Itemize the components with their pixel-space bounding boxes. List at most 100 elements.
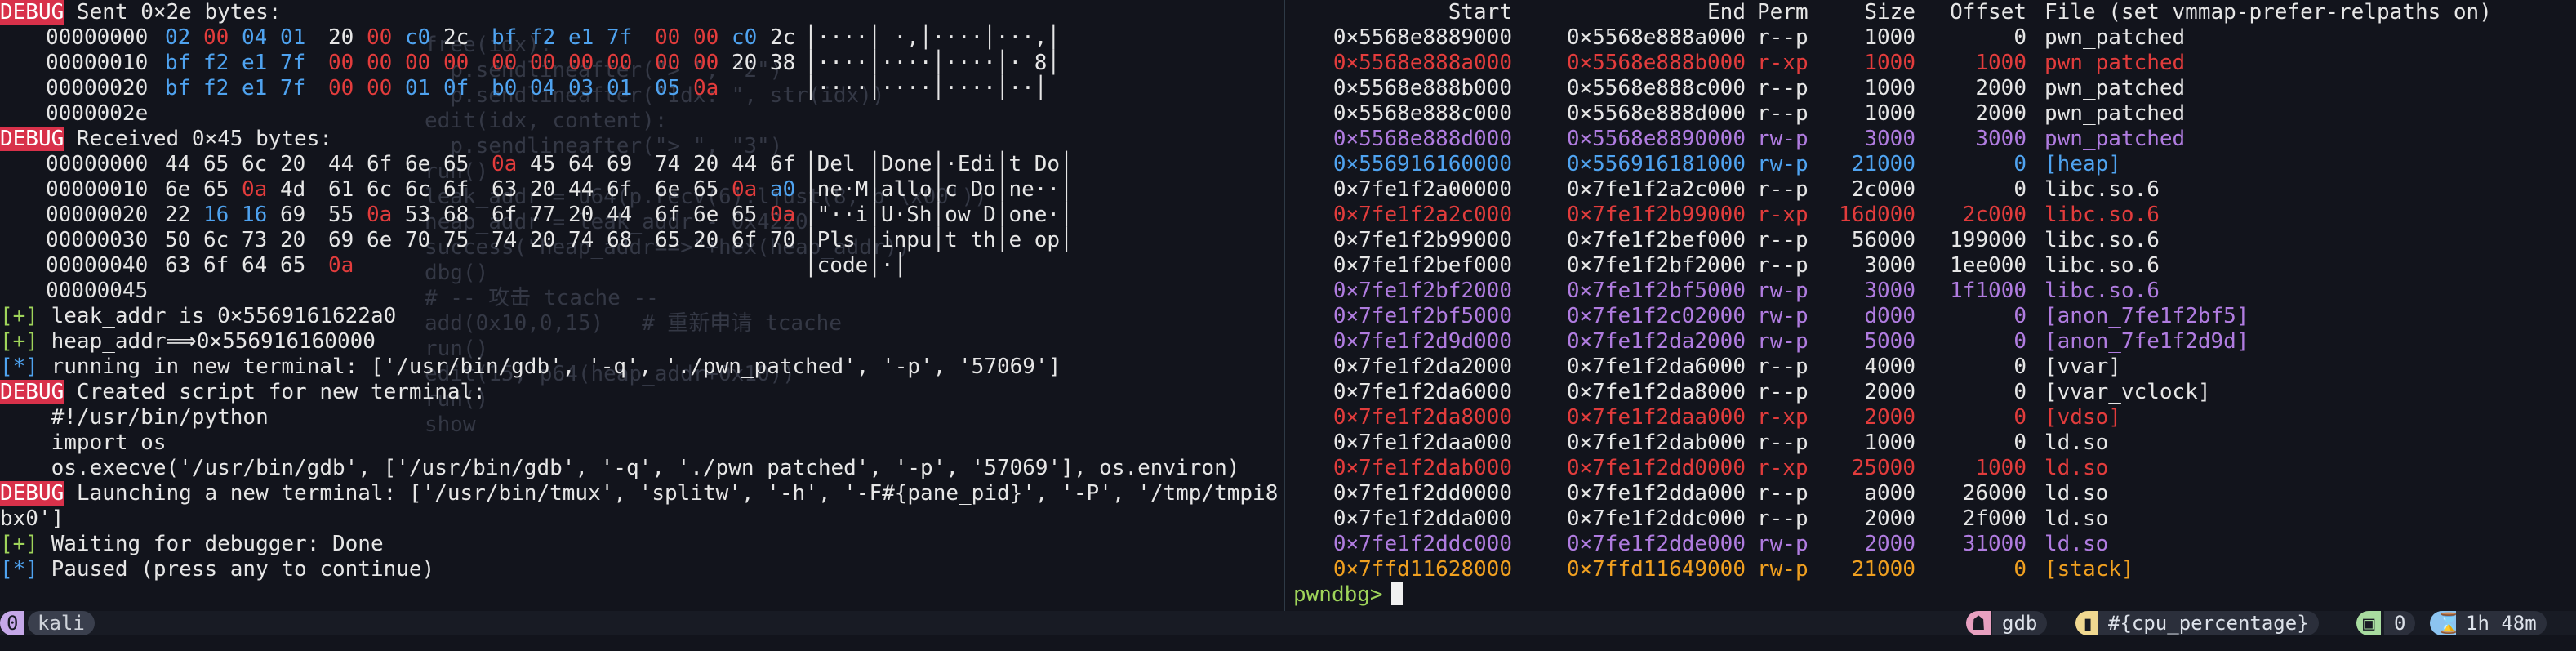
status-marker: [*] <box>0 557 38 582</box>
vmmap-start: 0×7fe1f2bf5000 <box>1332 304 1512 328</box>
log-text: running in new terminal: ['/usr/bin/gdb'… <box>38 354 1061 379</box>
hexdump-byte: 44 <box>328 152 354 176</box>
hexdump-byte: 6e <box>405 152 431 176</box>
background-ghost-line: show <box>425 412 476 437</box>
hexdump-byte: 00 <box>568 51 594 75</box>
hexdump-byte: 00 <box>405 51 431 75</box>
background-ghost-line: add(0x10,0,15) # 重新申请 tcache <box>425 311 842 336</box>
vmmap-offset: 2000 <box>1975 76 2027 100</box>
vmmap-offset: 1ee000 <box>1950 253 2027 278</box>
hexdump-byte: bf <box>165 76 191 100</box>
log-line: [+] leak_addr is 0×5569161622a0 <box>0 304 396 329</box>
vmmap-start: 0×7fe1f2daa000 <box>1332 430 1512 455</box>
vmmap-perm: r-xp <box>1757 203 1809 227</box>
gdb-prompt-line[interactable]: pwndbg> <box>1293 582 1403 608</box>
vmmap-header-end: End <box>1707 0 1746 25</box>
log-text: #!/usr/bin/python <box>0 405 269 430</box>
hexdump-byte: e1 <box>568 25 594 50</box>
vmmap-start: 0×5568e8889000 <box>1332 25 1512 50</box>
window-index[interactable]: 0 <box>0 611 25 635</box>
hexdump-ascii: │"··i│U·Sh│ow D│one·│ <box>804 203 1073 227</box>
right-terminal-pane-vmmap[interactable]: Start End Perm Size Offset File (set vmmap-pr… <box>1292 0 2576 611</box>
vmmap-size: 2000 <box>1864 532 1915 556</box>
hexdump-byte: 2c <box>770 25 796 50</box>
debug-tag: DEBUG <box>0 0 65 25</box>
vmmap-offset: 2000 <box>1975 101 2027 126</box>
hexdump-byte: 55 <box>328 203 354 227</box>
vmmap-file: pwn_patched <box>2044 25 2186 50</box>
hexdump-ascii: │····│····│····│· 8│ <box>804 51 1061 75</box>
hexdump-byte: 20 <box>568 203 594 227</box>
hexdump-ascii: │code│·│ <box>804 253 907 278</box>
session-name[interactable]: kali <box>28 611 95 635</box>
hexdump-byte: 20 <box>530 177 556 202</box>
uptime: 1h 48m <box>2456 611 2547 635</box>
vmmap-end: 0×5568e888b000 <box>1566 51 1746 75</box>
pane-separator[interactable] <box>1284 0 1285 611</box>
vmmap-size: 1000 <box>1864 76 1915 100</box>
vmmap-size: 1000 <box>1864 430 1915 455</box>
vmmap-perm: r-xp <box>1757 405 1809 430</box>
hexdump-byte: 69 <box>280 203 306 227</box>
hexdump-byte: 6e <box>367 228 393 252</box>
hexdump-byte: 6f <box>770 152 796 176</box>
hexdump-byte: 6f <box>443 177 469 202</box>
tmux-status-bar: 0 kali ☗ gdb ▮ #{cpu_percentage} ▣ 0 ⌛ 1… <box>0 611 2576 635</box>
vmmap-file: ld.so <box>2044 532 2109 556</box>
hexdump-byte: 04 <box>530 76 556 100</box>
vmmap-start: 0×7fe1f2da2000 <box>1332 354 1512 379</box>
vmmap-file: [vdso] <box>2044 405 2121 430</box>
hexdump-byte: 64 <box>242 253 268 278</box>
hexdump-byte: 74 <box>568 228 594 252</box>
hexdump-byte: 77 <box>530 203 556 227</box>
vmmap-size: 2000 <box>1864 506 1915 531</box>
hexdump-byte: 20 <box>280 152 306 176</box>
vmmap-file: pwn_patched <box>2044 51 2186 75</box>
hexdump-byte: 00 <box>655 25 681 50</box>
hexdump-byte: 6f <box>492 203 518 227</box>
hexdump-byte: c0 <box>732 25 758 50</box>
vmmap-end: 0×7fe1f2da6000 <box>1566 354 1746 379</box>
hexdump-byte: 65 <box>655 228 681 252</box>
vmmap-perm: r--p <box>1757 101 1809 126</box>
vmmap-start: 0×7fe1f2d9d000 <box>1332 329 1512 354</box>
hexdump-offset: 00000010 <box>46 177 149 202</box>
status-marker: [+] <box>0 532 38 556</box>
gdb-icon: ☗ <box>1966 611 1991 635</box>
hexdump-offset: 00000040 <box>46 253 149 278</box>
vmmap-start: 0×7fe1f2ddc000 <box>1332 532 1512 556</box>
left-terminal-pane[interactable]: free(idx): p.sendlineafter("> ", "2") p.… <box>0 0 1279 611</box>
vmmap-offset: 31000 <box>1962 532 2027 556</box>
vmmap-start: 0×7fe1f2a00000 <box>1332 177 1512 202</box>
log-line: DEBUG Launching a new terminal: ['/usr/b… <box>0 481 1279 506</box>
hexdump-ascii: │Del │Done│·Edi│t Do│ <box>804 152 1073 176</box>
vmmap-perm: r--p <box>1757 253 1809 278</box>
vmmap-offset: 0 <box>2013 304 2027 328</box>
vmmap-offset: 0 <box>2013 25 2027 50</box>
vmmap-start: 0×5568e888a000 <box>1332 51 1512 75</box>
vmmap-file: [vvar] <box>2044 354 2121 379</box>
hexdump-byte: 16 <box>242 203 268 227</box>
hexdump-byte: 65 <box>203 152 229 176</box>
vmmap-end: 0×7fe1f2dde000 <box>1566 532 1746 556</box>
terminal-cursor[interactable] <box>1390 582 1403 605</box>
vmmap-offset: 199000 <box>1950 228 2027 252</box>
vmmap-size: 21000 <box>1851 152 1915 176</box>
hexdump-byte: 63 <box>492 177 518 202</box>
vmmap-header-start: Start <box>1448 0 1512 25</box>
vmmap-offset: 0 <box>2013 557 2027 582</box>
hexdump-byte: bf <box>492 25 518 50</box>
vmmap-offset: 1000 <box>1975 456 2027 480</box>
hexdump-byte: 44 <box>732 152 758 176</box>
hexdump-byte: 7f <box>280 76 306 100</box>
hexdump-byte: 6c <box>203 228 229 252</box>
hexdump-byte: 7f <box>607 25 633 50</box>
hexdump-byte: f2 <box>203 76 229 100</box>
hexdump-offset: 00000020 <box>46 76 149 100</box>
vmmap-size: a000 <box>1864 481 1915 506</box>
hexdump-byte: 22 <box>165 203 191 227</box>
log-line: #!/usr/bin/python <box>0 405 269 430</box>
hexdump-byte: 50 <box>165 228 191 252</box>
vmmap-start: 0×7fe1f2dab000 <box>1332 456 1512 480</box>
hexdump-byte: 69 <box>607 152 633 176</box>
